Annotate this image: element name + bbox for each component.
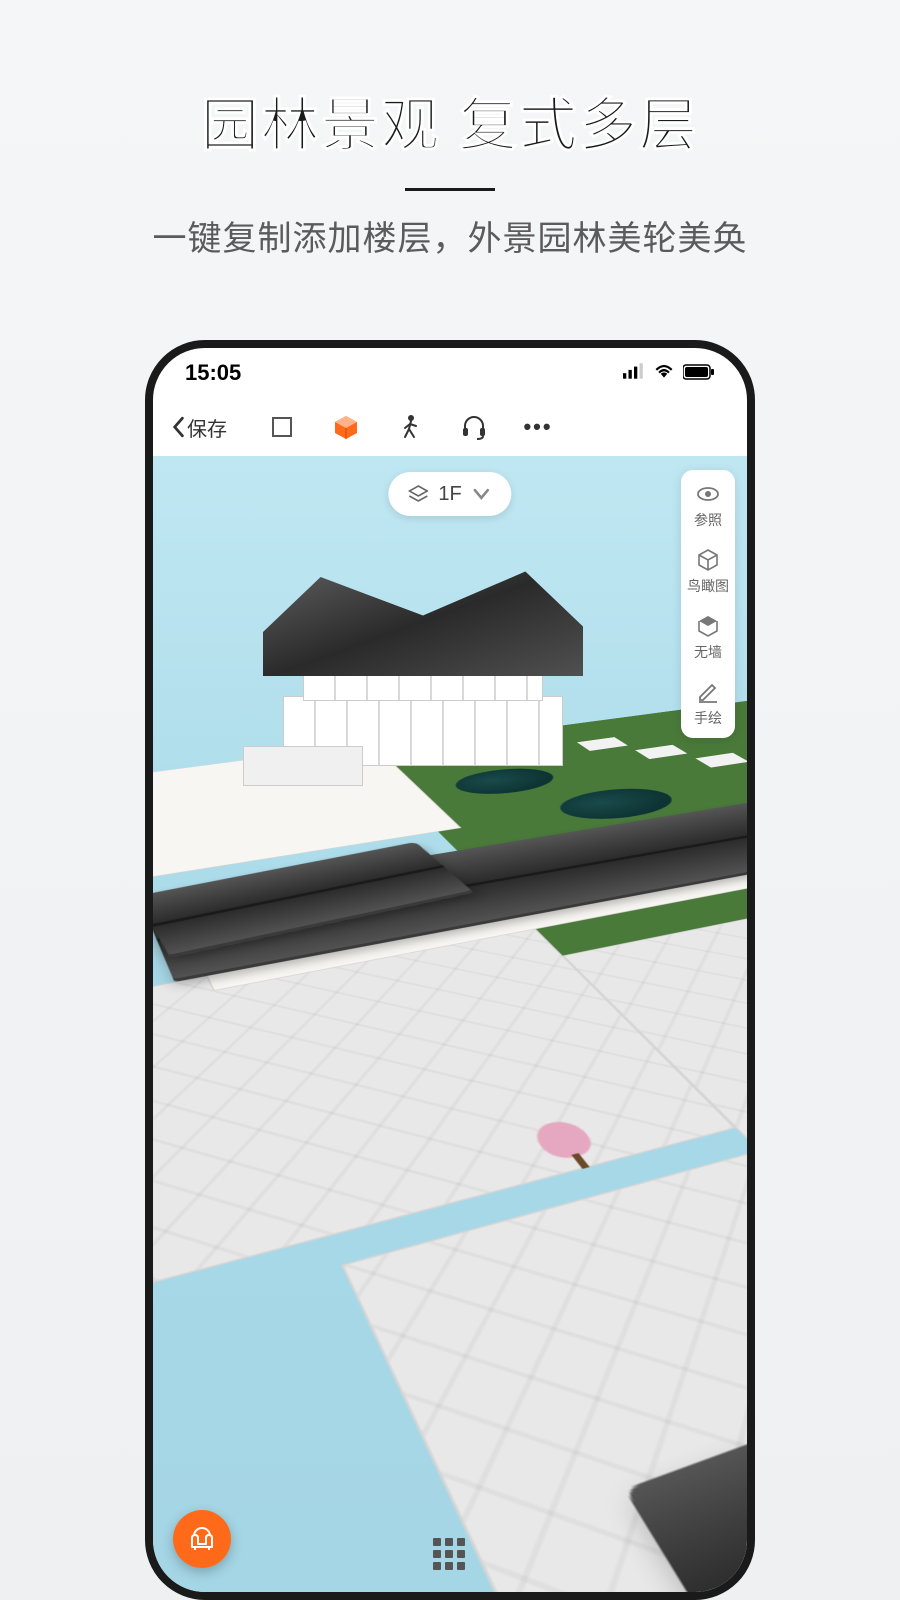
promo-title: 园林景观 复式多层 bbox=[201, 78, 699, 162]
phone-mockup: 15:05 保存 bbox=[145, 340, 755, 1600]
side-tool-birdview[interactable]: 鸟瞰图 bbox=[687, 548, 729, 596]
side-tool-label: 鸟瞰图 bbox=[687, 576, 729, 596]
armchair-icon bbox=[187, 1524, 217, 1554]
side-tool-label: 手绘 bbox=[694, 708, 722, 728]
side-tool-reference[interactable]: 参照 bbox=[694, 482, 722, 530]
back-save-button[interactable]: 保存 bbox=[171, 413, 227, 442]
wifi-icon bbox=[653, 360, 675, 386]
side-tool-nowall[interactable]: 无墙 bbox=[694, 614, 722, 662]
furniture-fab[interactable] bbox=[173, 1510, 231, 1568]
main-house bbox=[243, 546, 603, 826]
walk-mode-button[interactable] bbox=[395, 412, 425, 442]
toolbar-icons: ••• bbox=[267, 412, 553, 442]
app-toolbar: 保存 ••• bbox=[153, 398, 747, 456]
side-tool-label: 参照 bbox=[694, 510, 722, 530]
back-label: 保存 bbox=[187, 413, 227, 442]
eye-icon bbox=[696, 482, 720, 506]
view-3d-button[interactable] bbox=[331, 412, 361, 442]
battery-icon bbox=[683, 360, 715, 386]
pencil-icon bbox=[696, 680, 720, 704]
status-bar: 15:05 bbox=[153, 348, 747, 398]
grid-menu-button[interactable] bbox=[433, 1538, 467, 1572]
cube-icon bbox=[332, 413, 360, 441]
promo-header: 园林景观 复式多层 一键复制添加楼层，外景园林美轮美奂 bbox=[0, 0, 900, 260]
nowall-icon bbox=[696, 614, 720, 638]
floor-selector[interactable]: 1F bbox=[388, 472, 511, 516]
signal-icon bbox=[623, 360, 645, 386]
side-tool-panel: 参照 鸟瞰图 无墙 手绘 bbox=[681, 470, 735, 738]
scene-3d bbox=[153, 456, 747, 1592]
square-icon bbox=[268, 413, 296, 441]
floor-label: 1F bbox=[438, 483, 461, 506]
side-tool-label: 无墙 bbox=[694, 642, 722, 662]
walk-icon bbox=[396, 413, 424, 441]
promo-subtitle: 一键复制添加楼层，外景园林美轮美奂 bbox=[0, 211, 900, 260]
promo-divider bbox=[405, 188, 495, 191]
more-button[interactable]: ••• bbox=[523, 412, 553, 442]
status-right bbox=[623, 360, 715, 386]
design-canvas[interactable]: 1F 参照 鸟瞰图 无墙 手绘 bbox=[153, 456, 747, 1592]
cube-wire-icon bbox=[696, 548, 720, 572]
side-tool-sketch[interactable]: 手绘 bbox=[694, 680, 722, 728]
chevron-left-icon bbox=[171, 416, 185, 438]
status-time: 15:05 bbox=[185, 360, 241, 386]
view-2d-button[interactable] bbox=[267, 412, 297, 442]
promo-title-right: 复式多层 bbox=[459, 78, 699, 162]
chevron-down-icon bbox=[472, 485, 492, 503]
support-button[interactable] bbox=[459, 412, 489, 442]
headset-icon bbox=[460, 413, 488, 441]
promo-title-left: 园林景观 bbox=[201, 78, 441, 162]
layers-icon bbox=[408, 485, 428, 503]
